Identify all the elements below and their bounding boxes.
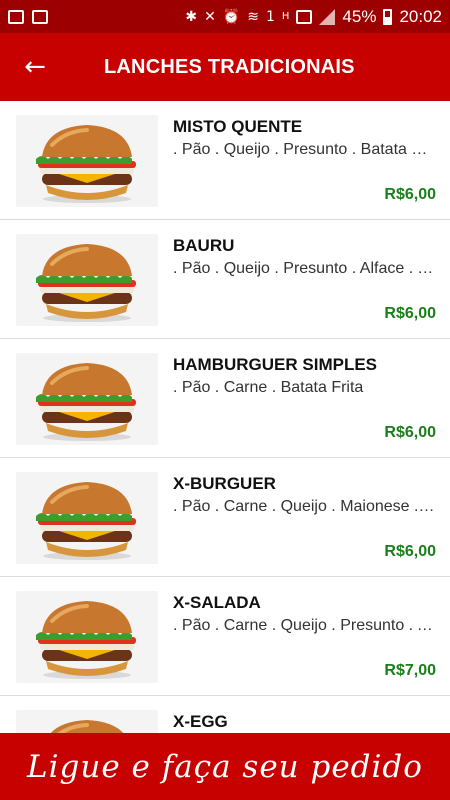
item-name: X-EGG bbox=[173, 712, 228, 731]
item-price: R$6,00 bbox=[384, 186, 436, 203]
item-name: X-BURGUER bbox=[173, 474, 276, 493]
item-price: R$7,00 bbox=[384, 662, 436, 679]
item-name: MISTO QUENTE bbox=[173, 117, 303, 136]
list-item[interactable]: HAMBURGUER SIMPLES . Pão . Carne . Batat… bbox=[0, 339, 450, 458]
item-name: HAMBURGUER SIMPLES bbox=[173, 355, 378, 374]
item-price: R$6,00 bbox=[384, 305, 436, 322]
item-name: X-SALADA bbox=[173, 593, 261, 612]
wifi-icon: ≋ bbox=[247, 8, 259, 25]
page-title: LANCHES TRADICIONAIS bbox=[104, 55, 355, 78]
clock-time: 20:02 bbox=[399, 6, 442, 26]
alarm-icon: ⏰ bbox=[222, 8, 241, 25]
item-description: . Pão . Carne . Batata Frita bbox=[173, 379, 364, 396]
item-description: . Pão . Queijo . Presunto . Batata Frita bbox=[173, 141, 437, 158]
list-item[interactable]: X-EGG bbox=[0, 696, 450, 733]
burger-image bbox=[16, 234, 158, 326]
list-item[interactable]: BAURU . Pão . Queijo . Presunto . Alface… bbox=[0, 220, 450, 339]
battery-icon bbox=[383, 8, 393, 25]
network-type-label: H bbox=[281, 10, 290, 22]
burger-image bbox=[16, 710, 158, 733]
item-description: . Pão . Queijo . Presunto . Alface . Tom… bbox=[173, 260, 437, 277]
burger-image bbox=[16, 472, 158, 564]
app-bar: ← LANCHES TRADICIONAIS bbox=[0, 33, 450, 101]
notification-count: 1 bbox=[265, 8, 275, 25]
banner-text: Ligue e faça seu pedido bbox=[27, 748, 423, 785]
status-bar: ✱ ✕ ⏰ ≋ 1 H 45% 20:02 bbox=[0, 0, 450, 33]
item-description: . Pão . Carne . Queijo . Maionese . Bata… bbox=[173, 498, 437, 515]
burger-image bbox=[16, 591, 158, 683]
order-call-banner[interactable]: Ligue e faça seu pedido bbox=[0, 733, 450, 800]
arrow-left-icon: ← bbox=[24, 52, 46, 82]
voicemail-notification-icon bbox=[32, 9, 48, 24]
item-name: BAURU bbox=[173, 236, 235, 255]
signal-bars-icon bbox=[319, 8, 336, 25]
back-button[interactable]: ← bbox=[0, 33, 70, 101]
list-item[interactable]: MISTO QUENTE . Pão . Queijo . Presunto .… bbox=[0, 101, 450, 220]
burger-image bbox=[16, 353, 158, 445]
item-price: R$6,00 bbox=[384, 424, 436, 441]
signal-strength-icon bbox=[296, 9, 313, 24]
burger-image bbox=[16, 115, 158, 207]
product-list[interactable]: MISTO QUENTE . Pão . Queijo . Presunto .… bbox=[0, 101, 450, 733]
mute-icon: ✕ bbox=[204, 8, 216, 25]
item-price: R$6,00 bbox=[384, 543, 436, 560]
image-notification-icon bbox=[8, 9, 24, 24]
battery-percent: 45% bbox=[342, 6, 377, 26]
bluetooth-icon: ✱ bbox=[185, 8, 198, 25]
list-item[interactable]: X-BURGUER . Pão . Carne . Queijo . Maion… bbox=[0, 458, 450, 577]
list-item[interactable]: X-SALADA . Pão . Carne . Queijo . Presun… bbox=[0, 577, 450, 696]
item-description: . Pão . Carne . Queijo . Presunto . Alfa… bbox=[173, 617, 437, 634]
